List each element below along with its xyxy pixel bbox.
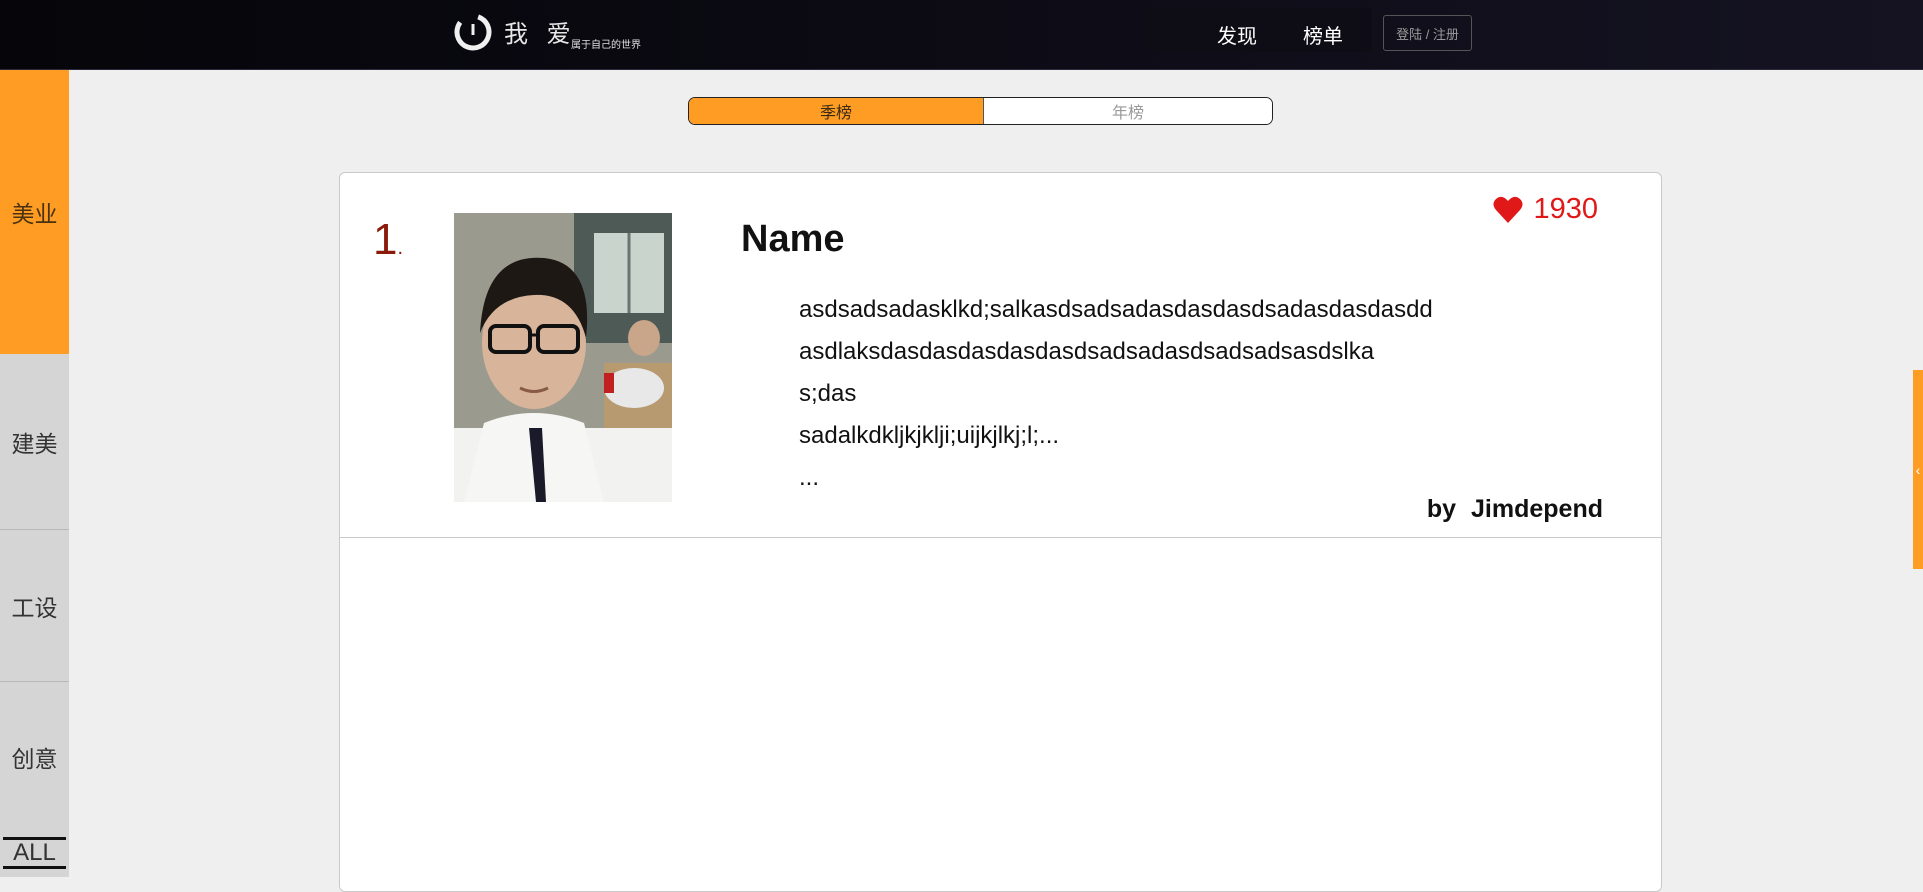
ranking-tabs: 季榜 年榜: [688, 97, 1273, 125]
nav-rankings[interactable]: 榜单: [1303, 20, 1343, 49]
sidebar-item-industrial-design[interactable]: 工设: [0, 529, 69, 681]
sidebar-item-all[interactable]: ALL: [3, 837, 66, 869]
category-sidebar: 美业 建美 工设 创意: [0, 70, 69, 877]
entry-description: asdsadsadasklkd;salkasdsadsadasdasdasdsa…: [799, 289, 1433, 499]
description-line: ...: [799, 464, 820, 491]
rank-value: 1: [373, 215, 398, 264]
login-register-button[interactable]: 登陆 / 注册: [1383, 15, 1472, 51]
sidebar-item-beauty[interactable]: 美业: [0, 70, 69, 354]
sidebar-item-fitness[interactable]: 建美: [0, 354, 69, 529]
top-bar: 我 爱 属于自己的世界 发现 榜单 登陆 / 注册: [0, 0, 1923, 70]
like-button[interactable]: 1930: [1493, 193, 1598, 226]
tab-season[interactable]: 季榜: [689, 98, 984, 124]
side-drawer-toggle[interactable]: ‹: [1913, 370, 1923, 569]
description-line: s;das: [799, 380, 857, 407]
description-line: asdlaksdasdasdasdasdasdsadsadasdsadsadsa…: [799, 338, 1375, 365]
chevron-left-icon: ‹: [1915, 461, 1921, 478]
entry-author[interactable]: by Jimdepend: [1427, 495, 1603, 524]
entry-name[interactable]: Name: [741, 218, 845, 261]
sidebar-item-creative[interactable]: 创意: [0, 681, 69, 831]
heart-icon: [1493, 196, 1523, 223]
tab-year[interactable]: 年榜: [984, 98, 1272, 124]
like-count: 1930: [1533, 193, 1598, 225]
rank-suffix: .: [397, 237, 404, 259]
author-prefix: by: [1426, 495, 1457, 523]
description-line: sadalkdkljkjklji;uijkjlkj;l;...: [799, 422, 1060, 449]
nav-discover[interactable]: 发现: [1217, 20, 1257, 49]
logo-subtitle: 属于自己的世界: [571, 40, 641, 51]
power-logo-icon[interactable]: [454, 13, 492, 51]
card-divider: [340, 537, 1661, 538]
logo-title: 我 爱: [504, 21, 577, 48]
description-line: asdsadsadasklkd;salkasdsadsadasdasdasdsa…: [799, 296, 1433, 323]
author-name: Jimdepend: [1471, 495, 1603, 523]
rank-number: 1.: [373, 215, 403, 265]
ranking-card: 1. Name asdsadsadasklkd;salkasdsadsadasd…: [339, 172, 1662, 892]
entry-photo[interactable]: [454, 213, 672, 502]
